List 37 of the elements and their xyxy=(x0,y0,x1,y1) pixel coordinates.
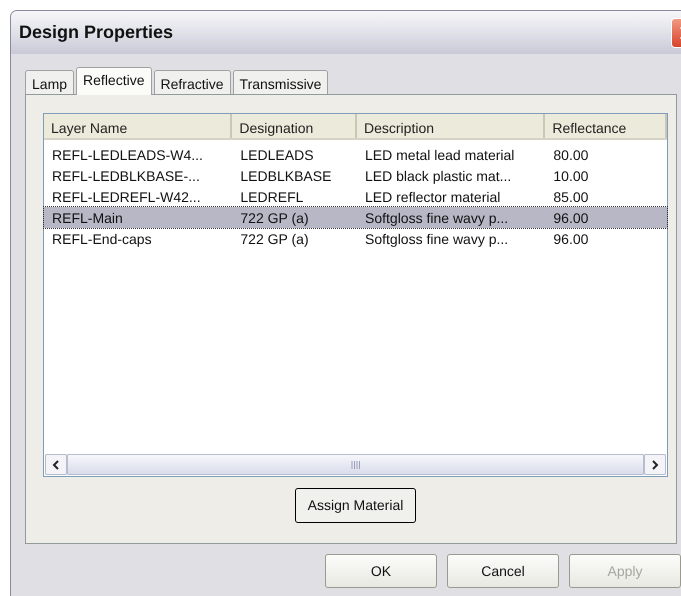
column-header[interactable]: Designation xyxy=(232,114,357,138)
table-cell-text: REFL-End-caps xyxy=(51,230,153,249)
column-header[interactable]: Reflectance xyxy=(545,114,668,138)
ok-button[interactable]: OK xyxy=(325,554,437,588)
tab[interactable]: Reflective xyxy=(76,67,152,95)
window-title: Design Properties xyxy=(19,21,174,44)
tab[interactable]: Refractive xyxy=(154,70,231,94)
tab[interactable]: Lamp xyxy=(25,70,74,94)
column-header[interactable]: Description xyxy=(357,114,546,138)
table-cell-text: REFL-LEDLEADS-W4... xyxy=(51,146,204,165)
table-row[interactable]: REFL-LEDLEADS-W4... LEDLEADS LED metal lead material 80.00 xyxy=(44,144,667,165)
table-cell-text: 96.00 xyxy=(552,209,590,228)
tab[interactable]: Transmissive xyxy=(232,70,328,94)
table-cell-text: REFL-LEDREFL-W42... xyxy=(51,188,202,207)
table-cell-text: LED metal lead material xyxy=(364,146,516,165)
cancel-button[interactable]: Cancel xyxy=(447,554,559,588)
table-cell-text: 722 GP (a) xyxy=(239,230,310,249)
table-row[interactable]: REFL-Main 722 GP (a) Softgloss fine wavy p... 96.00 xyxy=(44,207,667,228)
table-cell-text: REFL-Main xyxy=(51,209,124,228)
table-cell-text: LED black plastic mat... xyxy=(364,167,512,186)
table-row[interactable]: REFL-End-caps 722 GP (a) Softgloss fine wavy p... 96.00 xyxy=(44,228,667,249)
table-cell-text: 96.00 xyxy=(552,230,590,249)
column-header[interactable]: Layer Name xyxy=(44,114,232,138)
table-cell-text: 80.00 xyxy=(552,146,590,165)
table-cell-text: LEDBLKBASE xyxy=(239,167,332,186)
table-cell-text: LEDREFL xyxy=(239,188,304,207)
table-cell-text: Softgloss fine wavy p... xyxy=(364,230,510,249)
table-cell-text: LED reflector material xyxy=(364,188,502,207)
table-cell-text: REFL-LEDBLKBASE-... xyxy=(51,167,201,186)
table-cell-text: 722 GP (a) xyxy=(239,209,310,228)
table-cell-text: LEDLEADS xyxy=(239,146,315,165)
table-row[interactable]: REFL-LEDREFL-W42... LEDREFL LED reflector material 85.00 xyxy=(44,186,667,207)
table-row[interactable]: REFL-LEDBLKBASE-... LEDBLKBASE LED black plastic mat... 10.00 xyxy=(44,165,667,186)
table-cell-text: Softgloss fine wavy p... xyxy=(364,209,510,228)
assign-material-button[interactable]: Assign Material xyxy=(294,488,416,523)
table-cell-text: 85.00 xyxy=(552,188,590,207)
table-cell-text: 10.00 xyxy=(552,167,590,186)
